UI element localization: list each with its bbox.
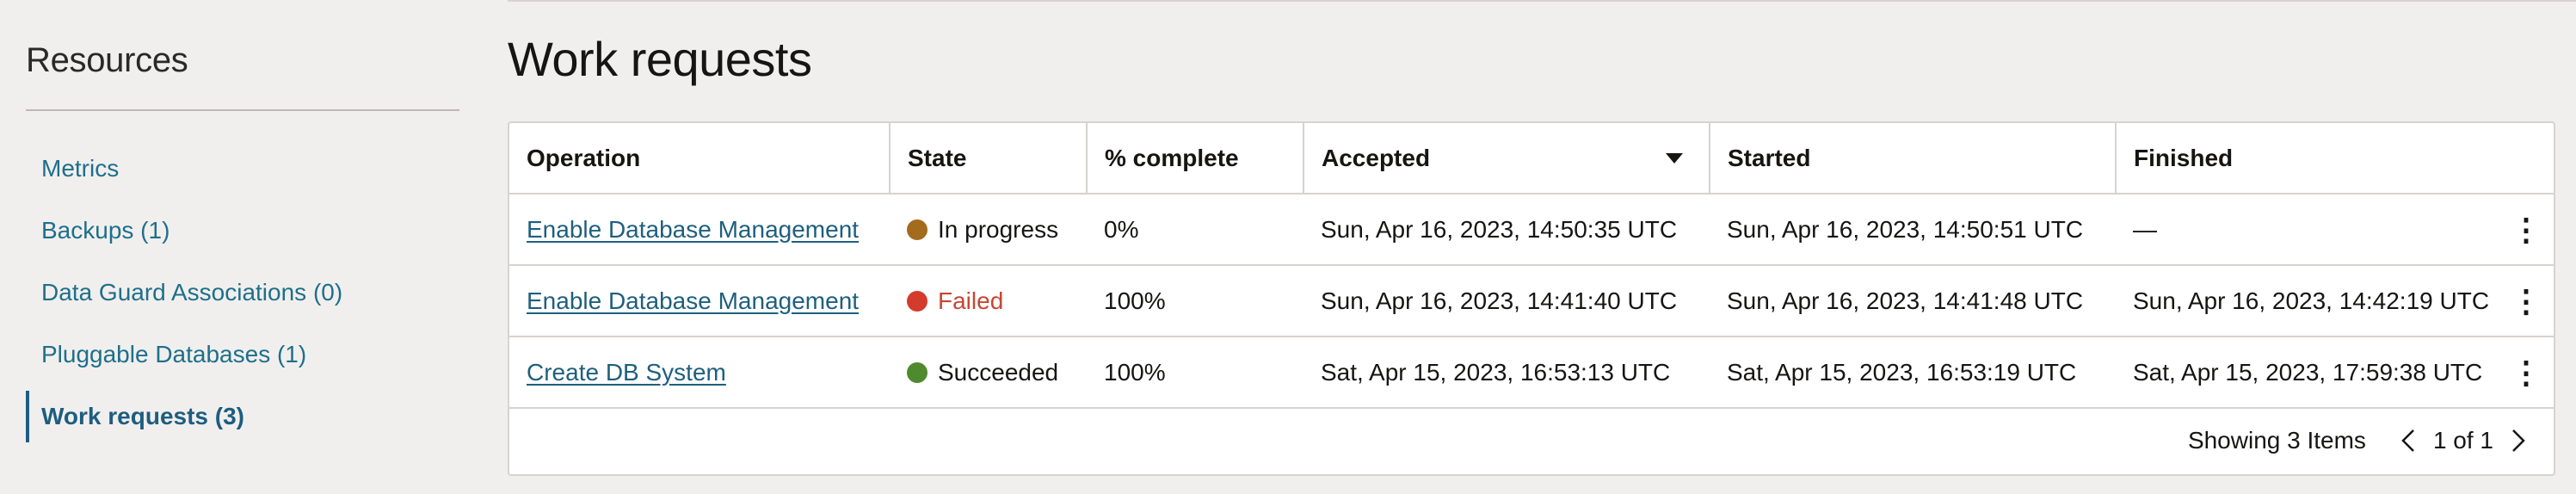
percent-complete-cell: 100% bbox=[1087, 337, 1303, 409]
column-header-started[interactable]: Started bbox=[1710, 123, 2117, 195]
operation-cell: Create DB System bbox=[509, 337, 890, 409]
sidebar-item-metrics[interactable]: Metrics bbox=[26, 138, 459, 200]
column-header-operation[interactable]: Operation bbox=[509, 123, 891, 195]
finished-cell: Sun, Apr 16, 2023, 14:42:19 UTC ⋮ bbox=[2116, 265, 2554, 337]
operation-cell: Enable Database Management bbox=[509, 194, 890, 266]
state-cell: Succeeded bbox=[890, 337, 1087, 409]
column-header-finished[interactable]: Finished bbox=[2116, 123, 2554, 195]
finished-text: Sat, Apr 15, 2023, 17:59:38 UTC bbox=[2133, 358, 2483, 386]
next-page-chevron-right-icon[interactable] bbox=[2507, 428, 2530, 454]
column-header-percent-complete[interactable]: % complete bbox=[1087, 123, 1304, 195]
sidebar-item-backups[interactable]: Backups (1) bbox=[26, 200, 459, 262]
percent-complete-cell: 0% bbox=[1087, 194, 1303, 266]
column-header-state[interactable]: State bbox=[890, 123, 1088, 195]
sort-descending-icon[interactable] bbox=[1666, 152, 1683, 164]
table-header-row: Operation State % complete Accepted Star… bbox=[509, 123, 2554, 195]
previous-page-chevron-left-icon[interactable] bbox=[2397, 428, 2419, 454]
state-cell: In progress bbox=[890, 194, 1087, 266]
page-indicator: 1 of 1 bbox=[2432, 427, 2493, 454]
state-text: Succeeded bbox=[938, 358, 1059, 386]
operation-link[interactable]: Create DB System bbox=[527, 359, 726, 386]
column-label: Started bbox=[1728, 144, 1811, 171]
started-cell: Sun, Apr 16, 2023, 14:41:48 UTC bbox=[1710, 265, 2116, 337]
accepted-cell: Sun, Apr 16, 2023, 14:41:40 UTC bbox=[1303, 265, 1710, 337]
started-cell: Sat, Apr 15, 2023, 16:53:19 UTC bbox=[1710, 337, 2116, 409]
table-footer: Showing 3 Items 1 of 1 bbox=[509, 407, 2554, 474]
sidebar-item-work-requests[interactable]: Work requests (3) bbox=[26, 386, 459, 448]
table-row: Enable Database Management Failed 100% S… bbox=[509, 265, 2554, 337]
row-actions-kebab-icon[interactable]: ⋮ bbox=[2511, 285, 2542, 317]
finished-cell: — ⋮ bbox=[2116, 194, 2554, 266]
column-label: Accepted bbox=[1322, 144, 1431, 171]
column-label: Finished bbox=[2134, 144, 2234, 171]
work-requests-table: Operation State % complete Accepted Star… bbox=[509, 123, 2554, 409]
finished-text: — bbox=[2133, 215, 2157, 243]
column-label: State bbox=[908, 144, 967, 171]
resources-nav: Metrics Backups (1) Data Guard Associati… bbox=[26, 138, 459, 448]
table-row: Enable Database Management In progress 0… bbox=[509, 194, 2554, 266]
row-actions-kebab-icon[interactable]: ⋮ bbox=[2511, 356, 2542, 388]
failed-status-icon bbox=[907, 290, 927, 312]
state-cell: Failed bbox=[890, 265, 1087, 337]
resources-heading: Resources bbox=[26, 41, 188, 79]
page-title: Work requests bbox=[508, 32, 812, 86]
sidebar-item-data-guard-associations[interactable]: Data Guard Associations (0) bbox=[26, 262, 459, 324]
started-cell: Sun, Apr 16, 2023, 14:50:51 UTC bbox=[1710, 194, 2116, 266]
operation-link[interactable]: Enable Database Management bbox=[527, 216, 859, 243]
row-actions-kebab-icon[interactable]: ⋮ bbox=[2511, 213, 2542, 245]
state-text: In progress bbox=[938, 215, 1059, 243]
top-divider bbox=[508, 0, 2576, 2]
resources-divider bbox=[26, 109, 459, 111]
accepted-cell: Sun, Apr 16, 2023, 14:50:35 UTC bbox=[1303, 194, 1710, 266]
column-label: % complete bbox=[1105, 144, 1239, 171]
items-count: Showing 3 Items bbox=[2187, 427, 2366, 454]
sidebar-item-pluggable-databases[interactable]: Pluggable Databases (1) bbox=[26, 324, 459, 386]
operation-link[interactable]: Enable Database Management bbox=[527, 287, 859, 314]
accepted-cell: Sat, Apr 15, 2023, 16:53:13 UTC bbox=[1303, 337, 1710, 409]
succeeded-status-icon bbox=[907, 361, 927, 383]
table-row: Create DB System Succeeded 100% Sat, Apr… bbox=[509, 337, 2554, 409]
operation-cell: Enable Database Management bbox=[509, 265, 890, 337]
column-header-accepted[interactable]: Accepted bbox=[1303, 123, 1710, 195]
state-text: Failed bbox=[938, 287, 1004, 314]
finished-cell: Sat, Apr 15, 2023, 17:59:38 UTC ⋮ bbox=[2116, 337, 2554, 409]
percent-complete-cell: 100% bbox=[1087, 265, 1303, 337]
column-label: Operation bbox=[527, 144, 641, 171]
finished-text: Sun, Apr 16, 2023, 14:42:19 UTC bbox=[2133, 287, 2490, 314]
in-progress-status-icon bbox=[907, 219, 927, 240]
work-requests-table-card: Operation State % complete Accepted Star… bbox=[508, 121, 2555, 476]
